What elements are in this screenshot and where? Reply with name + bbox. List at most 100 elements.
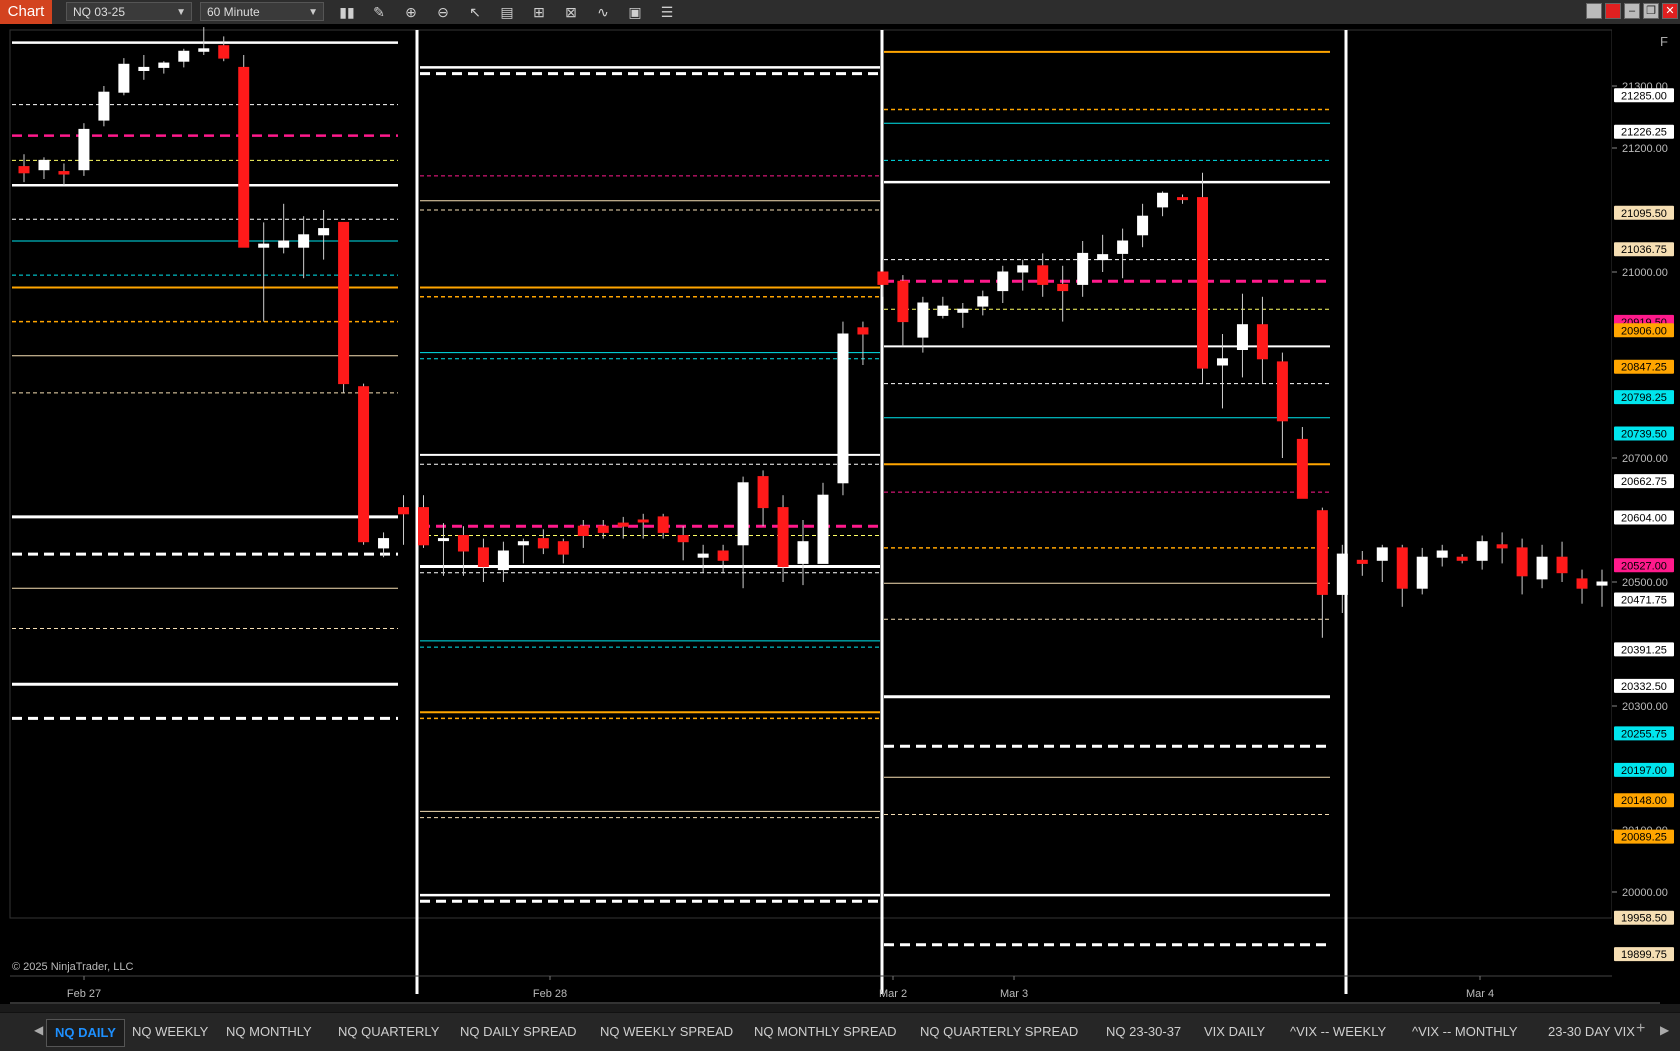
- candle-body[interactable]: [937, 305, 949, 316]
- candle-body[interactable]: [378, 538, 390, 549]
- candle-body[interactable]: [757, 476, 769, 509]
- tab-nq-23-30-37[interactable]: NQ 23-30-37: [1098, 1019, 1189, 1045]
- candle-body[interactable]: [717, 550, 729, 561]
- candle-body[interactable]: [977, 296, 989, 307]
- candle-body[interactable]: [877, 271, 889, 285]
- candle-body[interactable]: [617, 522, 629, 527]
- candle-body[interactable]: [358, 386, 370, 543]
- candle-body[interactable]: [98, 91, 110, 121]
- candle-body[interactable]: [777, 507, 789, 568]
- scroll-left-icon[interactable]: ◀: [34, 1023, 43, 1037]
- candle-body[interactable]: [657, 516, 669, 533]
- candle-body[interactable]: [18, 166, 30, 174]
- candle-body[interactable]: [1336, 553, 1348, 595]
- minimize-icon[interactable]: –: [1624, 3, 1640, 19]
- tab-vix-monthly[interactable]: ^VIX -- MONTHLY: [1404, 1019, 1526, 1045]
- tab-vix-daily[interactable]: VIX DAILY: [1196, 1019, 1273, 1045]
- candle-body[interactable]: [1017, 265, 1029, 273]
- tab-vix-weekly[interactable]: ^VIX -- WEEKLY: [1282, 1019, 1394, 1045]
- candle-body[interactable]: [1576, 578, 1588, 589]
- tab-nq-quarterly-spread[interactable]: NQ QUARTERLY SPREAD: [912, 1019, 1086, 1045]
- candle-body[interactable]: [118, 63, 130, 93]
- candle-body[interactable]: [1117, 240, 1129, 254]
- tab-nq-monthly-spread[interactable]: NQ MONTHLY SPREAD: [746, 1019, 905, 1045]
- candle-body[interactable]: [158, 62, 170, 68]
- tab-nq-daily-spread[interactable]: NQ DAILY SPREAD: [452, 1019, 585, 1045]
- scroll-right-icon[interactable]: ▶: [1660, 1023, 1669, 1037]
- panel-f-button[interactable]: F: [1660, 34, 1668, 49]
- bar-type-icon[interactable]: ▮▮: [336, 2, 358, 22]
- candle-body[interactable]: [278, 240, 290, 248]
- candle-body[interactable]: [557, 541, 569, 555]
- candle-body[interactable]: [837, 333, 849, 484]
- close-icon[interactable]: ✕: [1662, 3, 1678, 19]
- candle-body[interactable]: [1276, 361, 1288, 422]
- zoom-out-icon[interactable]: ⊖: [432, 2, 454, 22]
- candle-body[interactable]: [537, 538, 549, 549]
- interval-selector[interactable]: 60 Minute ▼: [200, 2, 324, 21]
- candle-body[interactable]: [677, 535, 689, 543]
- price-chart[interactable]: 21300.0021200.0021000.0020700.0020500.00…: [0, 24, 1680, 1004]
- link-icon[interactable]: [1586, 3, 1602, 19]
- candle-body[interactable]: [1137, 215, 1149, 236]
- tab-nq-monthly[interactable]: NQ MONTHLY: [218, 1019, 320, 1045]
- candle-body[interactable]: [1496, 544, 1508, 549]
- candle-body[interactable]: [218, 45, 230, 59]
- candle-body[interactable]: [1157, 192, 1169, 208]
- candle-body[interactable]: [517, 541, 529, 546]
- tab-nq-weekly-spread[interactable]: NQ WEEKLY SPREAD: [592, 1019, 741, 1045]
- candle-body[interactable]: [1097, 254, 1109, 261]
- candle-body[interactable]: [198, 48, 210, 52]
- candle-body[interactable]: [1416, 556, 1428, 589]
- instrument-selector[interactable]: NQ 03-25 ▼: [66, 2, 192, 21]
- candle-body[interactable]: [1356, 559, 1368, 564]
- candle-body[interactable]: [298, 234, 310, 248]
- candle-body[interactable]: [1596, 581, 1608, 586]
- candle-body[interactable]: [997, 271, 1009, 292]
- candle-body[interactable]: [1077, 252, 1089, 285]
- candle-body[interactable]: [577, 525, 589, 537]
- pointer-icon[interactable]: ↖: [464, 2, 486, 22]
- tab-nq-daily[interactable]: NQ DAILY: [46, 1019, 125, 1047]
- candle-body[interactable]: [258, 243, 270, 248]
- candle-body[interactable]: [398, 507, 410, 515]
- candle-body[interactable]: [338, 221, 350, 385]
- candle-body[interactable]: [238, 66, 250, 248]
- tab-nq-quarterly[interactable]: NQ QUARTERLY: [330, 1019, 447, 1045]
- candle-body[interactable]: [1396, 547, 1408, 589]
- candle-body[interactable]: [857, 327, 869, 335]
- maximize-icon[interactable]: ❐: [1643, 3, 1659, 19]
- candle-body[interactable]: [457, 535, 469, 552]
- candle-body[interactable]: [417, 507, 429, 546]
- strategies-icon[interactable]: ⊠: [560, 2, 582, 22]
- candle-body[interactable]: [477, 547, 489, 568]
- candle-body[interactable]: [1177, 197, 1189, 201]
- candle-body[interactable]: [797, 541, 809, 564]
- candle-body[interactable]: [917, 302, 929, 338]
- candle-body[interactable]: [318, 228, 330, 236]
- candle-body[interactable]: [178, 50, 190, 62]
- horizontal-scrollbar[interactable]: [10, 1002, 1660, 1004]
- candle-body[interactable]: [1216, 358, 1228, 366]
- candle-body[interactable]: [957, 308, 969, 313]
- candle-body[interactable]: [597, 525, 609, 533]
- candle-body[interactable]: [1436, 550, 1448, 558]
- candle-body[interactable]: [1556, 556, 1568, 574]
- candle-body[interactable]: [437, 538, 449, 542]
- candle-body[interactable]: [637, 519, 649, 523]
- tab-nq-weekly[interactable]: NQ WEEKLY: [124, 1019, 216, 1045]
- candle-body[interactable]: [1057, 283, 1069, 292]
- candle-body[interactable]: [1456, 556, 1468, 561]
- indicators-icon[interactable]: ∿: [592, 2, 614, 22]
- add-tab-button[interactable]: +: [1636, 1020, 1645, 1038]
- candle-body[interactable]: [1376, 547, 1388, 561]
- zoom-in-icon[interactable]: ⊕: [400, 2, 422, 22]
- candle-body[interactable]: [1296, 438, 1308, 499]
- candle-body[interactable]: [1236, 324, 1248, 351]
- candle-body[interactable]: [138, 66, 150, 72]
- candle-body[interactable]: [1256, 324, 1268, 360]
- candle-body[interactable]: [897, 280, 909, 323]
- color-link-icon[interactable]: [1605, 3, 1621, 19]
- data-box-icon[interactable]: ▤: [496, 2, 518, 22]
- candle-body[interactable]: [1476, 541, 1488, 561]
